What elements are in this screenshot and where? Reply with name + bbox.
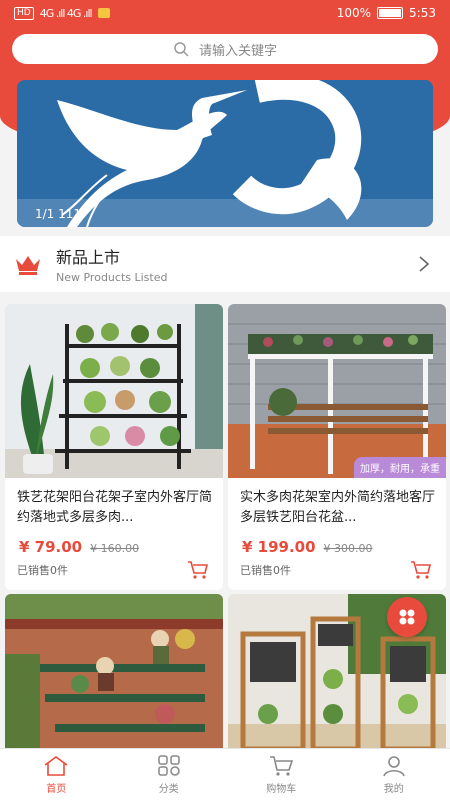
tab-category[interactable]: 分类 (113, 749, 226, 800)
product-card[interactable] (5, 594, 223, 754)
user-icon (382, 755, 405, 776)
tab-category-label: 分类 (158, 783, 179, 795)
product-original-price: ¥ 300.00 (323, 542, 373, 555)
clock: 5:53 (409, 6, 436, 20)
section-subtitle: New Products Listed (56, 271, 168, 284)
search-input[interactable]: 请输入关键字 (12, 34, 438, 64)
category-icon (158, 754, 180, 776)
add-to-cart-icon[interactable] (410, 560, 432, 580)
bottom-tab-bar: 首页 分类 购物车 我的 (0, 748, 450, 800)
sold-count: 已销售0件 (240, 564, 291, 577)
product-feature-tag: 加厚，耐用，承重 (354, 457, 446, 478)
product-image[interactable] (5, 594, 223, 754)
product-original-price: ¥ 160.00 (90, 542, 140, 555)
new-products-header[interactable]: 新品上市 New Products Listed (0, 236, 450, 292)
tab-profile[interactable]: 我的 (338, 749, 450, 800)
tab-cart[interactable]: 购物车 (225, 749, 338, 800)
battery-icon (377, 7, 404, 19)
battery-percent: 100% (336, 6, 372, 20)
banner-counter: 1/1 111 (35, 207, 82, 221)
add-to-cart-icon[interactable] (187, 560, 209, 580)
notification-icon (97, 8, 110, 18)
cart-icon (270, 755, 294, 776)
tab-profile-label: 我的 (383, 783, 404, 795)
product-name[interactable]: 铁艺花架阳台花架子室内外客厅简约落地式多层多肉... (5, 478, 223, 532)
product-image[interactable] (5, 304, 223, 478)
banner-carousel[interactable]: 1/1 111 (17, 80, 433, 227)
chevron-right-icon[interactable] (418, 256, 430, 272)
tab-home-label: 首页 (46, 783, 67, 795)
status-bar: HD 4G .ıll 4G .ıll 100% 5:53 (0, 0, 450, 26)
product-card[interactable]: 加厚，耐用，承重 实木多肉花架室内外简约落地客厅多层铁艺阳台花盆... ¥ 19… (228, 304, 446, 590)
product-name[interactable]: 实木多肉花架室内外简约落地客厅多层铁艺阳台花盆... (228, 478, 446, 532)
tab-home[interactable]: 首页 (0, 749, 113, 800)
signal-icon: 4G .ıll 4G .ıll (39, 6, 93, 20)
tab-cart-label: 购物车 (266, 783, 297, 795)
product-image[interactable]: 加厚，耐用，承重 (228, 304, 446, 478)
section-title: 新品上市 (56, 248, 121, 267)
category-float-button[interactable] (387, 597, 427, 637)
sold-count: 已销售0件 (17, 564, 68, 577)
crown-icon (16, 256, 40, 275)
search-icon (174, 42, 189, 57)
hd-indicator: HD (14, 6, 34, 20)
product-price: ¥ 199.00 (242, 538, 316, 556)
search-placeholder: 请输入关键字 (198, 43, 277, 59)
home-icon (44, 755, 68, 776)
grid-dots-icon (399, 609, 415, 625)
product-price: ¥ 79.00 (19, 538, 83, 556)
product-card[interactable]: 铁艺花架阳台花架子室内外客厅简约落地式多层多肉... ¥ 79.00 ¥ 160… (5, 304, 223, 590)
